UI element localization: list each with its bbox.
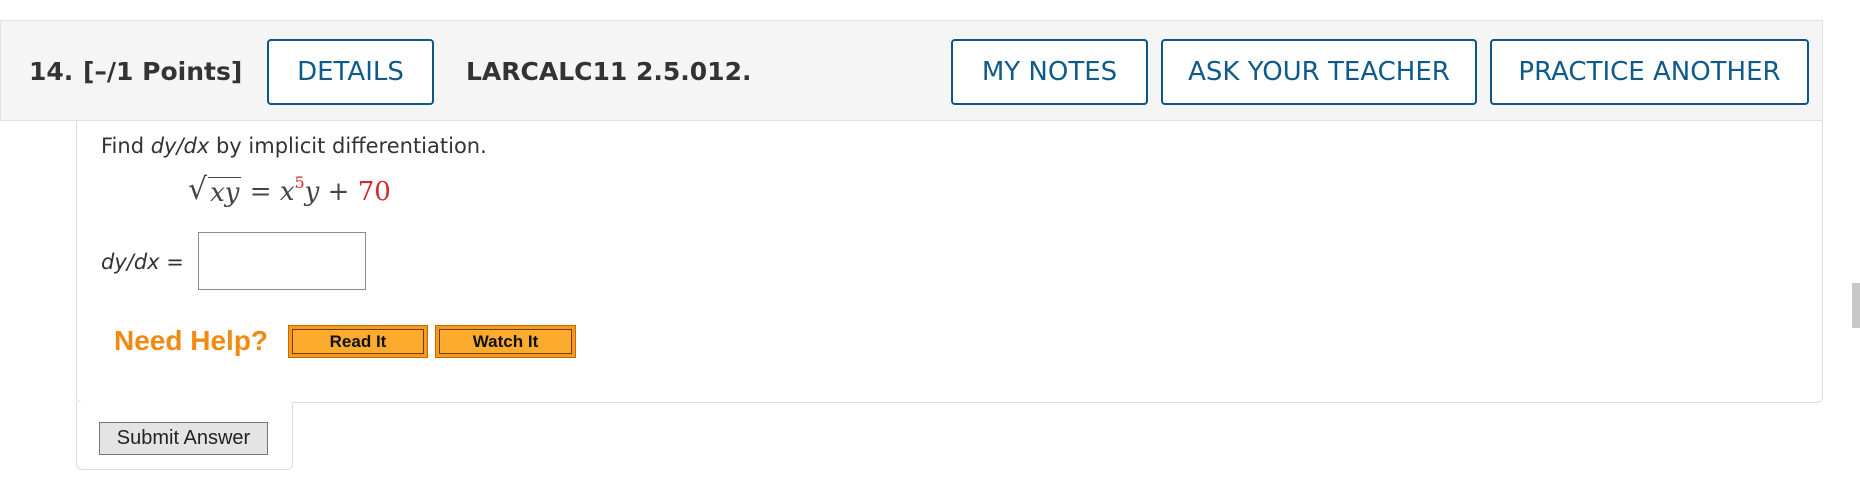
sqrt-sign: √ <box>188 172 208 207</box>
question-prompt: Find dy/dx by implicit differentiation. <box>101 134 487 158</box>
scrollbar-thumb[interactable] <box>1852 283 1860 328</box>
equation-constant: 70 <box>357 177 391 207</box>
question-header: 14. [–/1 Points] DETAILS LARCALC11 2.5.0… <box>0 20 1823 121</box>
question-points: [–/1 Points] <box>83 57 243 86</box>
need-help-label: Need Help? <box>114 325 269 356</box>
prompt-text-start: Find <box>101 134 151 158</box>
equation-radicand: xy <box>208 177 242 208</box>
equation-right-side: = x5y + 70 <box>241 175 391 208</box>
question-number: 14. <box>29 57 74 86</box>
equation-base: x <box>279 177 295 207</box>
watch-it-button[interactable]: Watch It <box>435 325 576 358</box>
prompt-derivative: dy/dx <box>150 134 210 158</box>
plus-sign: + <box>319 177 358 207</box>
read-it-button[interactable]: Read It <box>288 325 428 358</box>
watch-it-label: Watch It <box>439 329 572 354</box>
ask-your-teacher-button[interactable]: ASK YOUR TEACHER <box>1161 39 1477 105</box>
submit-answer-button[interactable]: Submit Answer <box>99 422 268 455</box>
answer-label-equals: = <box>159 250 184 274</box>
equation: √ xy = x5y + 70 <box>188 170 391 210</box>
details-button[interactable]: DETAILS <box>267 39 434 105</box>
equals-sign: = <box>241 177 280 207</box>
answer-label-variable: dy/dx <box>101 250 160 274</box>
equation-exponent: 5 <box>294 173 305 192</box>
practice-another-button[interactable]: PRACTICE ANOTHER <box>1490 39 1809 105</box>
equation-y: y <box>304 177 320 207</box>
answer-label: dy/dx = <box>101 250 184 274</box>
answer-input[interactable] <box>198 232 366 290</box>
read-it-label: Read It <box>292 329 424 354</box>
my-notes-button[interactable]: MY NOTES <box>951 39 1148 105</box>
prompt-text-end: by implicit differentiation. <box>209 134 487 158</box>
question-code: LARCALC11 2.5.012. <box>466 57 752 86</box>
